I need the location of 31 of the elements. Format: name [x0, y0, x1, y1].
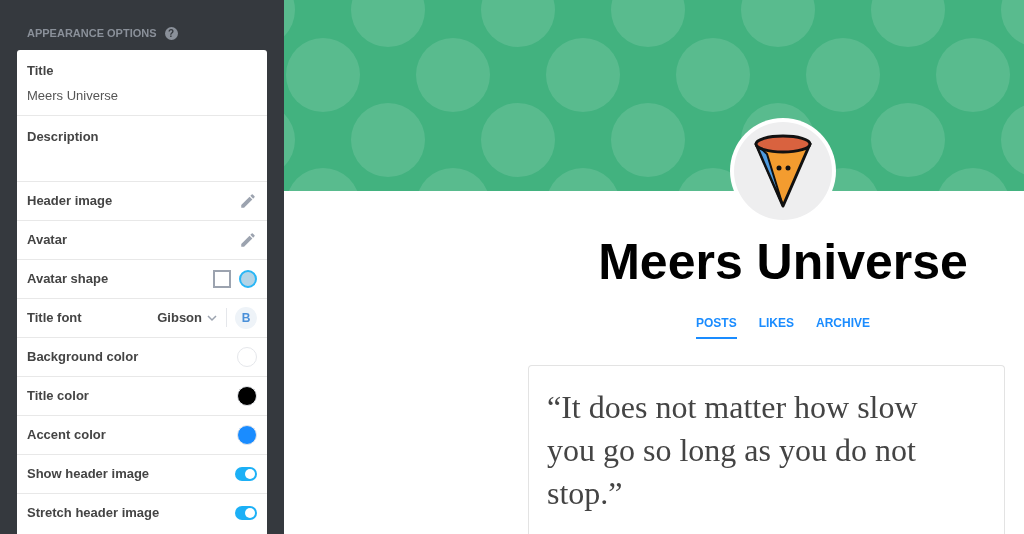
- text-field[interactable]: Meers Universe: [27, 86, 257, 106]
- color-swatch[interactable]: [237, 346, 257, 367]
- option-label: Stretch header image: [27, 503, 160, 522]
- pencil-icon[interactable]: [239, 191, 257, 210]
- option-label: Show header image: [27, 464, 150, 483]
- toggle-switch[interactable]: [235, 466, 257, 481]
- pencil-icon[interactable]: [239, 230, 257, 249]
- option-label: Avatar: [27, 230, 67, 249]
- color-swatch[interactable]: [237, 424, 257, 445]
- field-label: Description: [27, 127, 100, 146]
- square-shape-option[interactable]: [213, 269, 231, 288]
- nav-tab[interactable]: ARCHIVE: [816, 314, 870, 339]
- option-label: Background color: [27, 347, 139, 366]
- option-label: Title font: [27, 308, 82, 327]
- circle-shape-option[interactable]: [239, 269, 257, 288]
- font-dropdown[interactable]: Gibson: [157, 307, 227, 328]
- nav-tab[interactable]: POSTS: [695, 314, 737, 339]
- field-label: Title: [27, 61, 55, 80]
- option-label: Header image: [27, 191, 113, 210]
- blog-title: Meers Universe: [598, 233, 968, 292]
- option-label: Accent color: [27, 425, 106, 444]
- nav-tab[interactable]: LIKES: [758, 314, 794, 339]
- section-heading: APPEARANCE OPTIONS: [27, 26, 157, 41]
- quote-text: “It does not matter how slow you go so long as you do not stop.”: [547, 388, 919, 513]
- help-icon[interactable]: ?: [164, 26, 178, 40]
- cone-mascot-icon: [753, 134, 813, 208]
- option-label: Avatar shape: [27, 269, 109, 288]
- option-label: Title color: [27, 386, 89, 405]
- toggle-switch[interactable]: [235, 505, 257, 520]
- color-swatch[interactable]: [237, 385, 257, 406]
- bold-toggle[interactable]: B: [235, 306, 257, 329]
